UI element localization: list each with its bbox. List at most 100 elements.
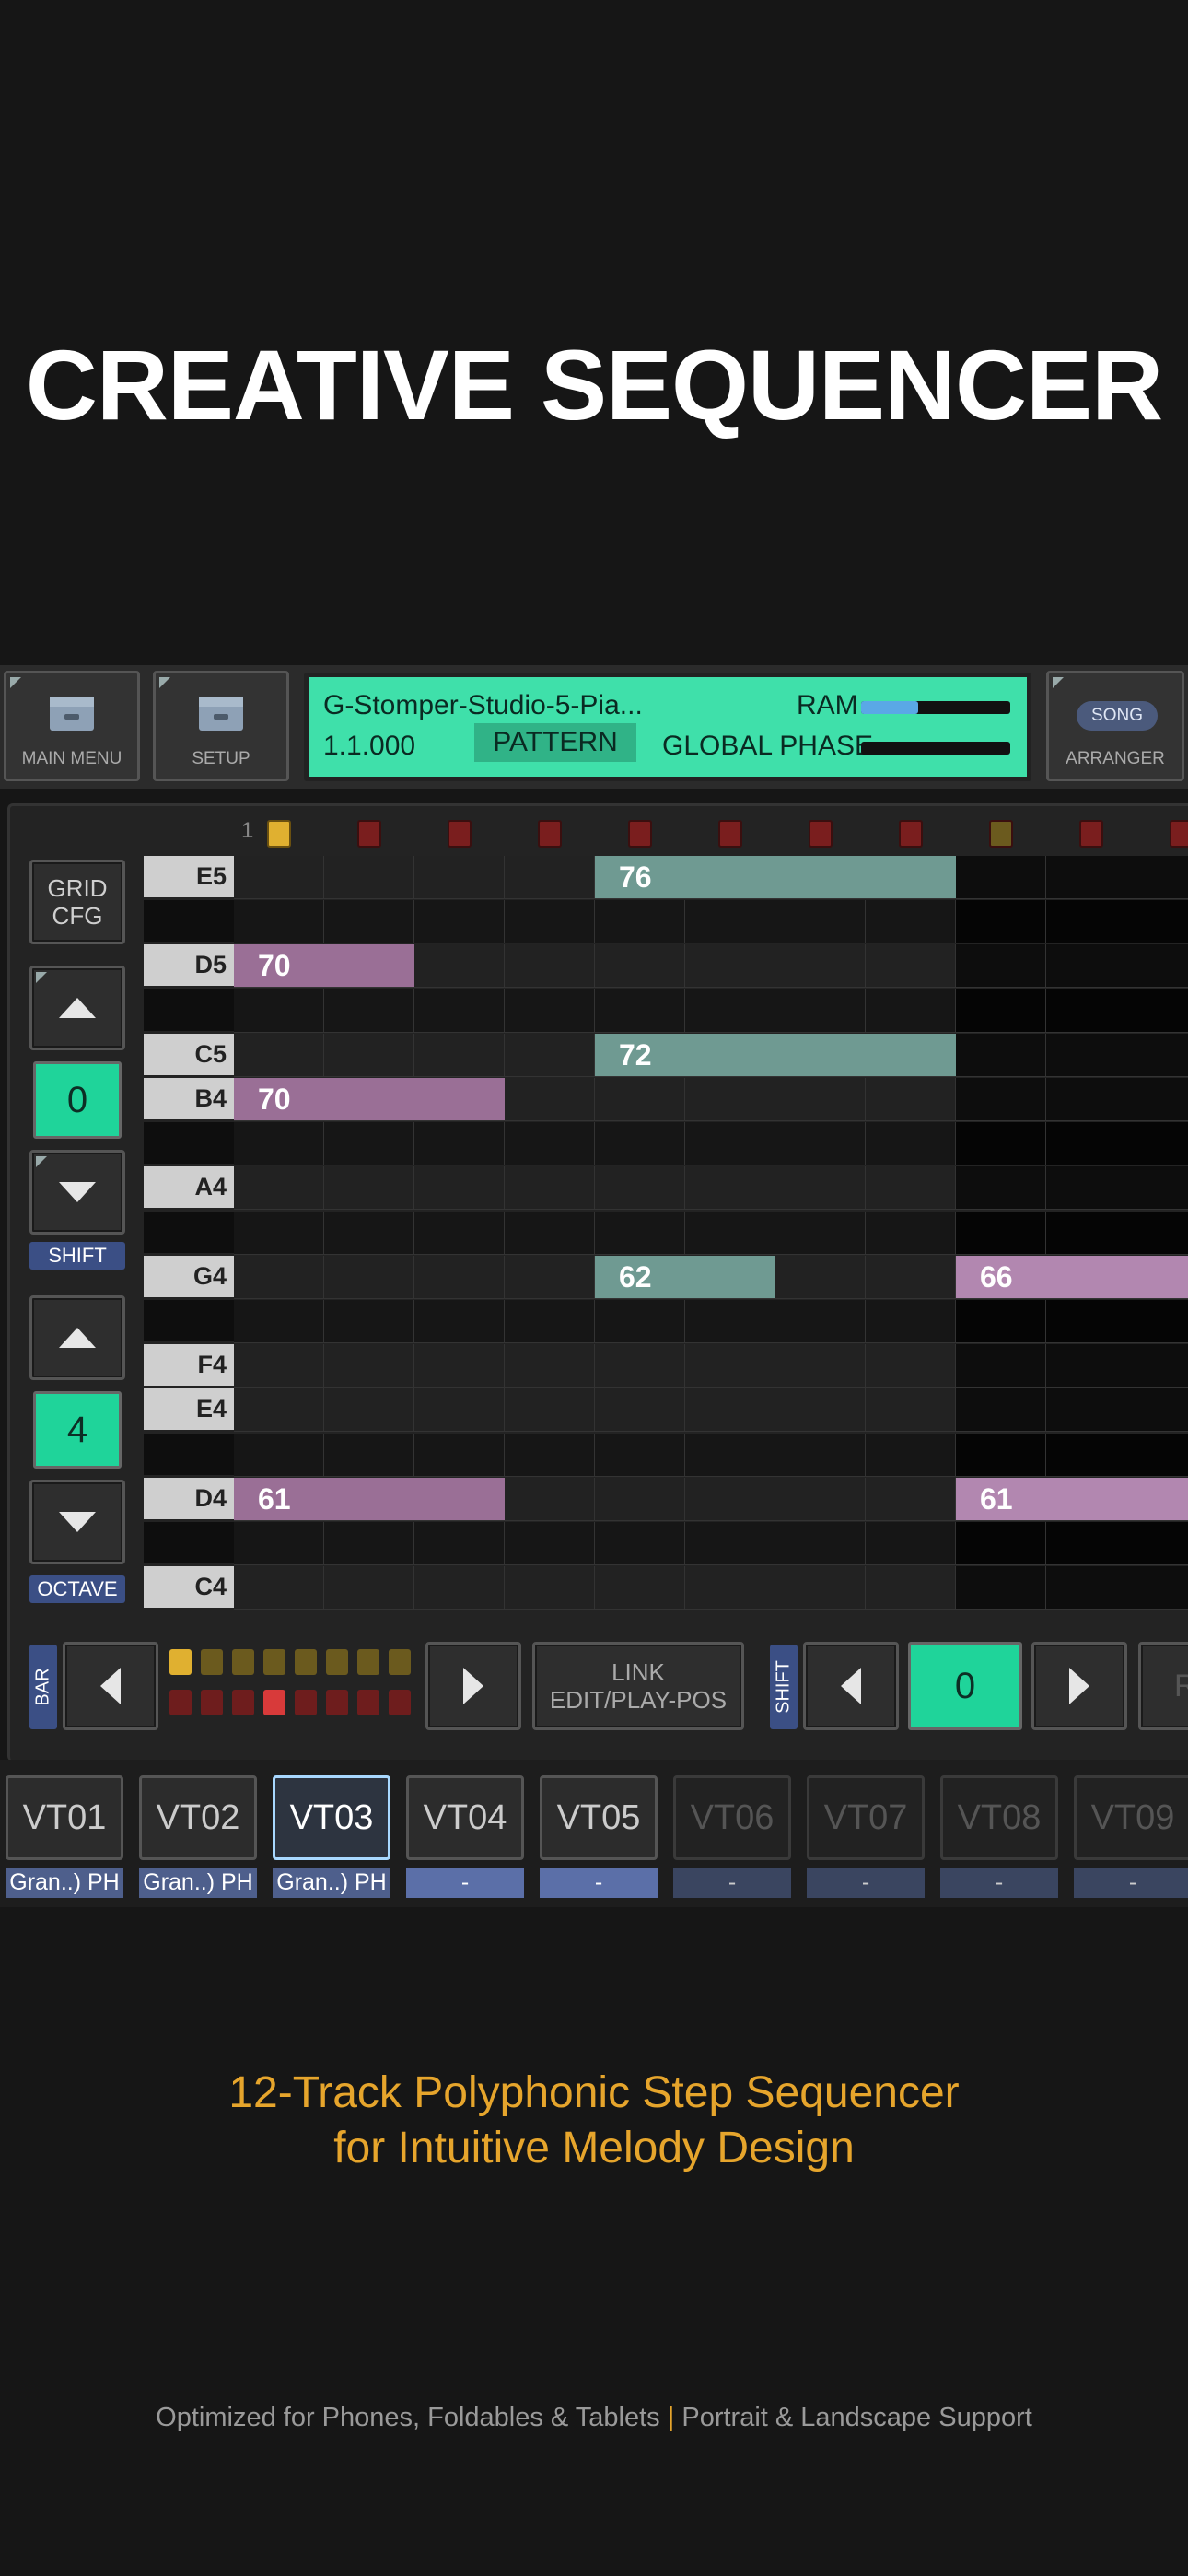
grid-cell[interactable]	[866, 1078, 956, 1121]
grid-cell[interactable]	[1136, 1033, 1188, 1077]
grid-cell[interactable]	[1136, 1522, 1188, 1565]
grid-cell[interactable]	[595, 1477, 685, 1521]
grid-cell[interactable]	[775, 1122, 866, 1166]
grid-cell[interactable]	[505, 1122, 595, 1166]
grid-cell[interactable]	[1046, 989, 1136, 1033]
grid-cell[interactable]	[324, 856, 414, 899]
grid-cell[interactable]	[234, 989, 324, 1033]
grid-cell[interactable]	[1046, 1122, 1136, 1166]
track-button-vt06[interactable]: VT06	[673, 1775, 791, 1860]
grid-cell[interactable]	[1136, 1078, 1188, 1121]
grid-cell[interactable]	[595, 1122, 685, 1166]
grid-cell[interactable]	[505, 1255, 595, 1299]
grid-cell[interactable]	[1046, 1166, 1136, 1211]
grid-cell[interactable]	[1046, 1522, 1136, 1565]
grid-cell[interactable]	[956, 1166, 1046, 1211]
grid-cell[interactable]	[324, 1211, 414, 1255]
grid-cell[interactable]	[414, 900, 505, 944]
grid-cell[interactable]	[324, 1344, 414, 1388]
grid-cell[interactable]	[866, 1566, 956, 1610]
grid-cell[interactable]	[685, 1122, 775, 1166]
grid-cell[interactable]	[595, 1433, 685, 1477]
grid-cell[interactable]	[1046, 1300, 1136, 1343]
grid-cell[interactable]	[1046, 944, 1136, 989]
grid-cell[interactable]	[775, 1433, 866, 1477]
grid-cell[interactable]	[414, 1211, 505, 1255]
grid-cell[interactable]	[956, 900, 1046, 944]
shift-next-button[interactable]	[1031, 1642, 1127, 1730]
grid-cell[interactable]	[234, 1388, 324, 1433]
grid-cell[interactable]	[866, 1344, 956, 1388]
grid-cell[interactable]	[324, 900, 414, 944]
grid-cell[interactable]	[866, 1477, 956, 1521]
grid-cell[interactable]	[324, 1122, 414, 1166]
grid-cell[interactable]	[595, 1388, 685, 1433]
grid-cell[interactable]	[1046, 1344, 1136, 1388]
grid-cell[interactable]	[1046, 1433, 1136, 1477]
grid-cell[interactable]	[234, 1433, 324, 1477]
shift-prev-button[interactable]	[803, 1642, 899, 1730]
grid-cell[interactable]	[866, 1166, 956, 1211]
grid-cell[interactable]	[414, 1255, 505, 1299]
grid-cell[interactable]	[595, 1078, 685, 1121]
grid-cell[interactable]	[505, 1078, 595, 1121]
grid-cell[interactable]	[956, 1522, 1046, 1565]
grid-cell[interactable]	[956, 856, 1046, 899]
grid-cell[interactable]	[685, 1078, 775, 1121]
grid-cell[interactable]	[414, 1122, 505, 1166]
grid-cell[interactable]	[324, 1522, 414, 1565]
grid-cell[interactable]	[505, 944, 595, 989]
grid-cell[interactable]	[1136, 1300, 1188, 1343]
grid-cell[interactable]	[505, 1300, 595, 1343]
shift-down-button[interactable]	[29, 1150, 125, 1235]
grid-cell[interactable]	[595, 1300, 685, 1343]
grid-cell[interactable]	[1136, 900, 1188, 944]
grid-cell[interactable]	[866, 1522, 956, 1565]
grid-cell[interactable]	[595, 1566, 685, 1610]
note-block[interactable]: 70	[234, 944, 414, 988]
setup-button[interactable]: SETUP	[153, 671, 289, 781]
grid-cell[interactable]	[414, 1166, 505, 1211]
grid-cell[interactable]	[685, 1166, 775, 1211]
grid-cfg-button[interactable]: GRID CFG	[29, 860, 125, 944]
grid-cell[interactable]	[234, 1033, 324, 1077]
grid-cell[interactable]	[956, 989, 1046, 1033]
note-block[interactable]: 70	[234, 1078, 505, 1120]
grid-cell[interactable]	[685, 1211, 775, 1255]
grid-cell[interactable]	[956, 1300, 1046, 1343]
grid-cell[interactable]	[595, 944, 685, 989]
grid-cell[interactable]	[775, 1344, 866, 1388]
track-button-vt07[interactable]: VT07	[807, 1775, 925, 1860]
grid-cell[interactable]	[595, 1211, 685, 1255]
grid-cell[interactable]	[956, 1211, 1046, 1255]
grid-cell[interactable]	[324, 1433, 414, 1477]
grid-cell[interactable]	[324, 1300, 414, 1343]
grid-cell[interactable]	[1136, 1433, 1188, 1477]
grid-cell[interactable]	[505, 1388, 595, 1433]
grid-cell[interactable]	[324, 1033, 414, 1077]
note-block[interactable]: 76	[595, 856, 956, 898]
grid-cell[interactable]	[234, 1300, 324, 1343]
grid-cell[interactable]	[685, 1300, 775, 1343]
grid-cell[interactable]	[505, 856, 595, 899]
bottom-shift-value[interactable]: 0	[908, 1642, 1022, 1730]
grid-cell[interactable]	[1136, 1166, 1188, 1211]
grid-cell[interactable]	[685, 989, 775, 1033]
grid-cell[interactable]	[1136, 1566, 1188, 1610]
grid-cell[interactable]	[866, 1211, 956, 1255]
bar-next-button[interactable]	[425, 1642, 521, 1730]
grid-cell[interactable]	[1136, 1388, 1188, 1433]
grid-cell[interactable]	[505, 1166, 595, 1211]
piano-roll-grid[interactable]: E5 D5 C5 B4 A4 G4 F4 E4 D4 C4 76 70 72 70 62 66 61 61	[144, 856, 1188, 1611]
grid-cell[interactable]	[505, 1211, 595, 1255]
grid-cell[interactable]	[414, 856, 505, 899]
grid-cell[interactable]	[234, 1122, 324, 1166]
grid-cell[interactable]	[234, 1566, 324, 1610]
grid-cell[interactable]	[685, 900, 775, 944]
grid-cell[interactable]	[775, 1255, 866, 1299]
grid-cell[interactable]	[324, 1255, 414, 1299]
grid-cell[interactable]	[595, 1344, 685, 1388]
arranger-button[interactable]: SONG ARRANGER	[1046, 671, 1184, 781]
grid-cell[interactable]	[775, 1388, 866, 1433]
grid-cell[interactable]	[324, 1388, 414, 1433]
